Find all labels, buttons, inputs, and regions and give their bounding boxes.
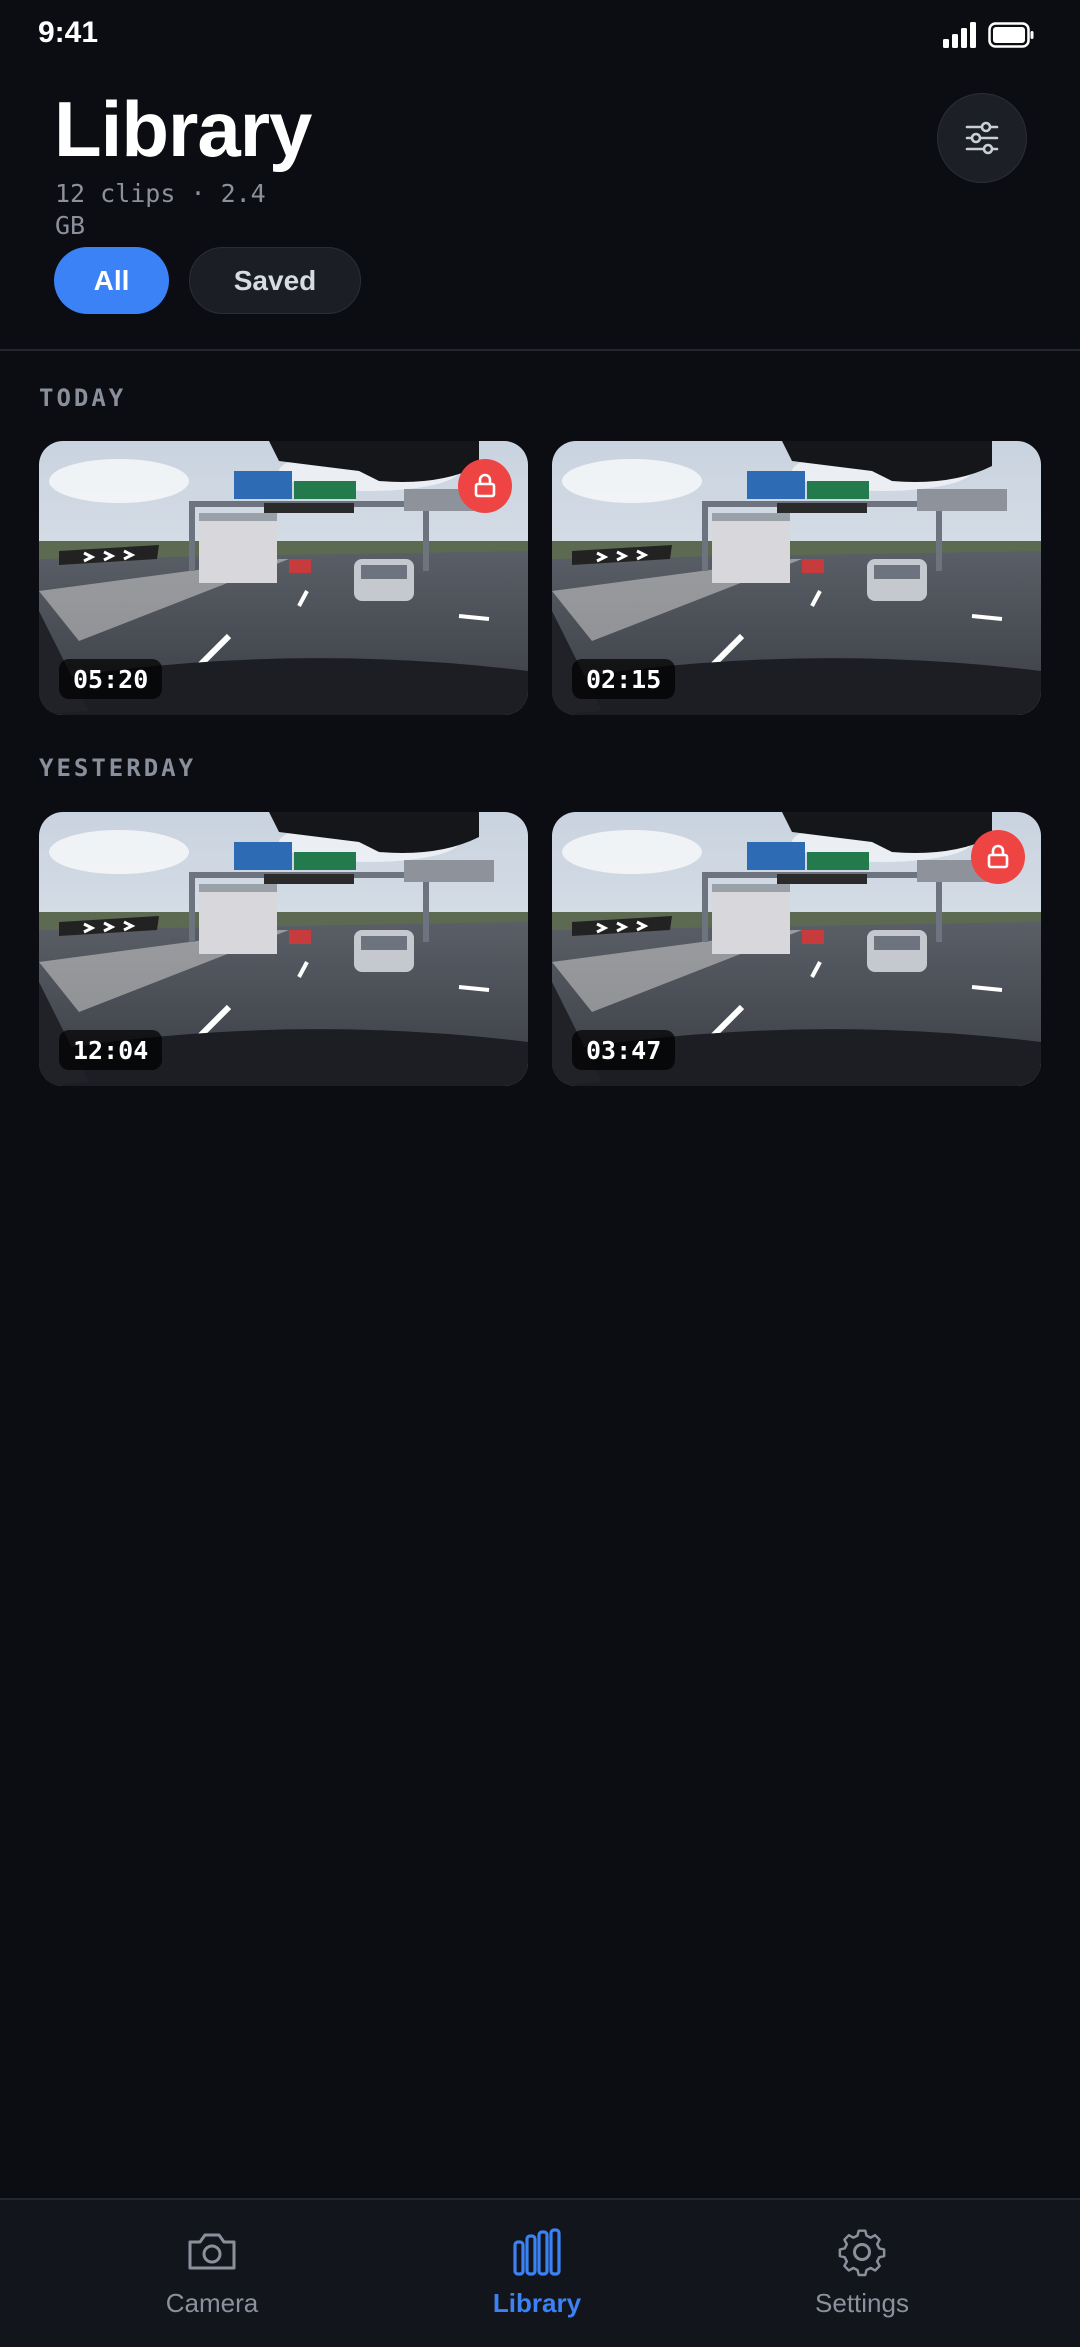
camera-icon <box>188 2233 236 2270</box>
clip-card[interactable]: 05:20 <box>39 441 528 715</box>
lock-badge <box>971 830 1025 884</box>
status-bar: 9:41 <box>0 0 1080 66</box>
section-label-yesterday: YESTERDAY <box>39 754 197 782</box>
lock-icon <box>474 473 496 498</box>
header-divider <box>0 349 1080 351</box>
battery-icon <box>988 22 1034 48</box>
filter-button[interactable] <box>937 93 1027 183</box>
tab-library[interactable]: Library <box>437 2226 637 2326</box>
tab-camera[interactable]: Camera <box>112 2226 312 2326</box>
clip-card[interactable]: 03:47 <box>552 812 1041 1086</box>
tab-label: Camera <box>165 2288 259 2318</box>
tab-bar: Camera Library Settings <box>0 2198 1080 2347</box>
tab-label: Library <box>492 2288 582 2318</box>
duration-badge: 02:15 <box>572 659 676 699</box>
filter-chip-saved[interactable]: Saved <box>189 247 361 314</box>
lock-badge <box>458 459 512 513</box>
clip-card[interactable]: 12:04 <box>39 812 528 1086</box>
tab-label: Settings <box>815 2288 909 2318</box>
status-time: 9:41 <box>38 16 99 49</box>
page-title: Library <box>54 85 312 173</box>
page-subtitle: 12 clips · 2.4 GB <box>55 179 266 240</box>
library-icon <box>513 2228 561 2276</box>
duration-badge: 03:47 <box>572 1030 676 1070</box>
lock-icon <box>987 844 1009 869</box>
sliders-icon <box>965 121 999 155</box>
filter-chip-all[interactable]: All <box>54 247 169 314</box>
duration-badge: 12:04 <box>59 1030 163 1070</box>
signal-icon <box>943 22 976 48</box>
section-label-today: TODAY <box>39 384 127 412</box>
tab-settings[interactable]: Settings <box>762 2226 962 2326</box>
clip-card[interactable]: 02:15 <box>552 441 1041 715</box>
gear-icon <box>838 2229 886 2277</box>
duration-badge: 05:20 <box>59 659 163 699</box>
